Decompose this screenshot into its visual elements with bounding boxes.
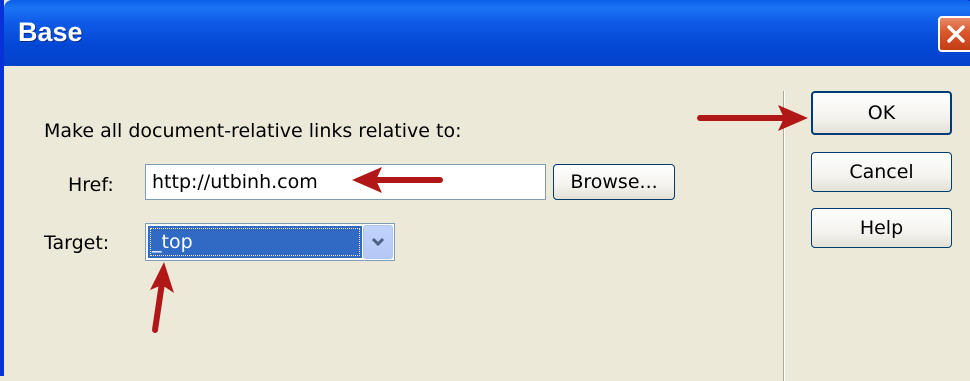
arrow-to-target-icon [150,262,174,333]
arrow-to-ok-icon [697,105,808,131]
annotation-arrows [150,105,808,333]
arrow-to-href-icon [352,167,443,193]
